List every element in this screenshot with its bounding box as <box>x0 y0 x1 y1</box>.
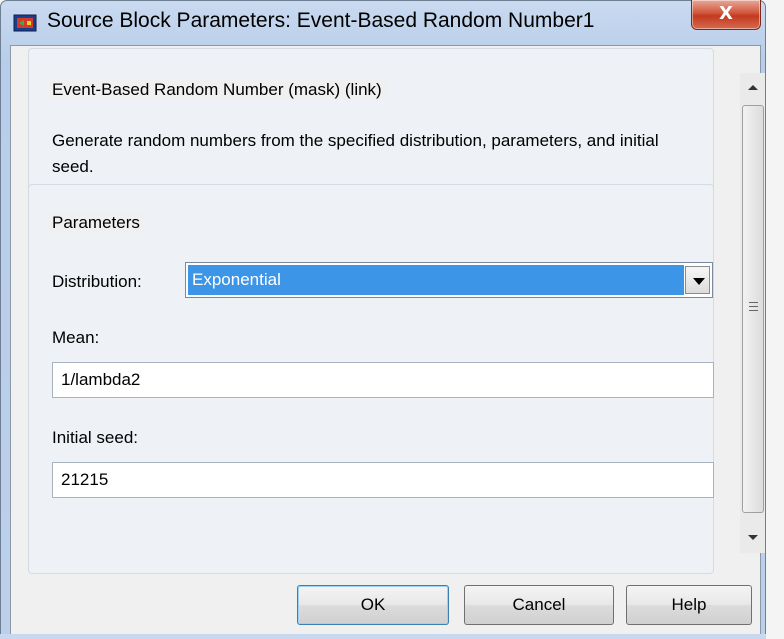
window-bottom-border <box>0 634 766 639</box>
mask-description-text: Generate random numbers from the specifi… <box>52 131 659 176</box>
initial-seed-input[interactable]: 21215 <box>52 462 714 498</box>
distribution-label: Distribution: <box>52 272 142 291</box>
distribution-select[interactable]: Exponential <box>185 262 713 298</box>
cancel-button[interactable]: Cancel <box>464 585 614 625</box>
arrow-up-icon[interactable] <box>740 79 765 99</box>
ok-button[interactable]: OK <box>297 585 449 625</box>
initial-seed-label: Initial seed: <box>52 428 138 447</box>
mean-label: Mean: <box>52 328 100 347</box>
mask-group-title: Event-Based Random Number (mask) (link) <box>48 80 386 100</box>
vertical-scrollbar[interactable] <box>740 73 765 553</box>
simulink-block-icon <box>13 14 37 32</box>
help-button[interactable]: Help <box>626 585 752 625</box>
close-icon: X <box>719 3 733 24</box>
distribution-selected-value: Exponential <box>188 265 684 295</box>
scrollbar-thumb[interactable] <box>742 105 764 513</box>
chevron-down-icon[interactable] <box>685 266 710 294</box>
title-bar[interactable]: Source Block Parameters: Event-Based Ran… <box>1 0 765 43</box>
mean-input[interactable]: 1/lambda2 <box>52 362 714 398</box>
window-title: Source Block Parameters: Event-Based Ran… <box>47 9 595 32</box>
parameters-group-title: Parameters <box>48 213 144 233</box>
close-button[interactable]: X <box>691 0 761 30</box>
grip-icon <box>749 302 758 311</box>
arrow-down-icon[interactable] <box>740 527 765 547</box>
